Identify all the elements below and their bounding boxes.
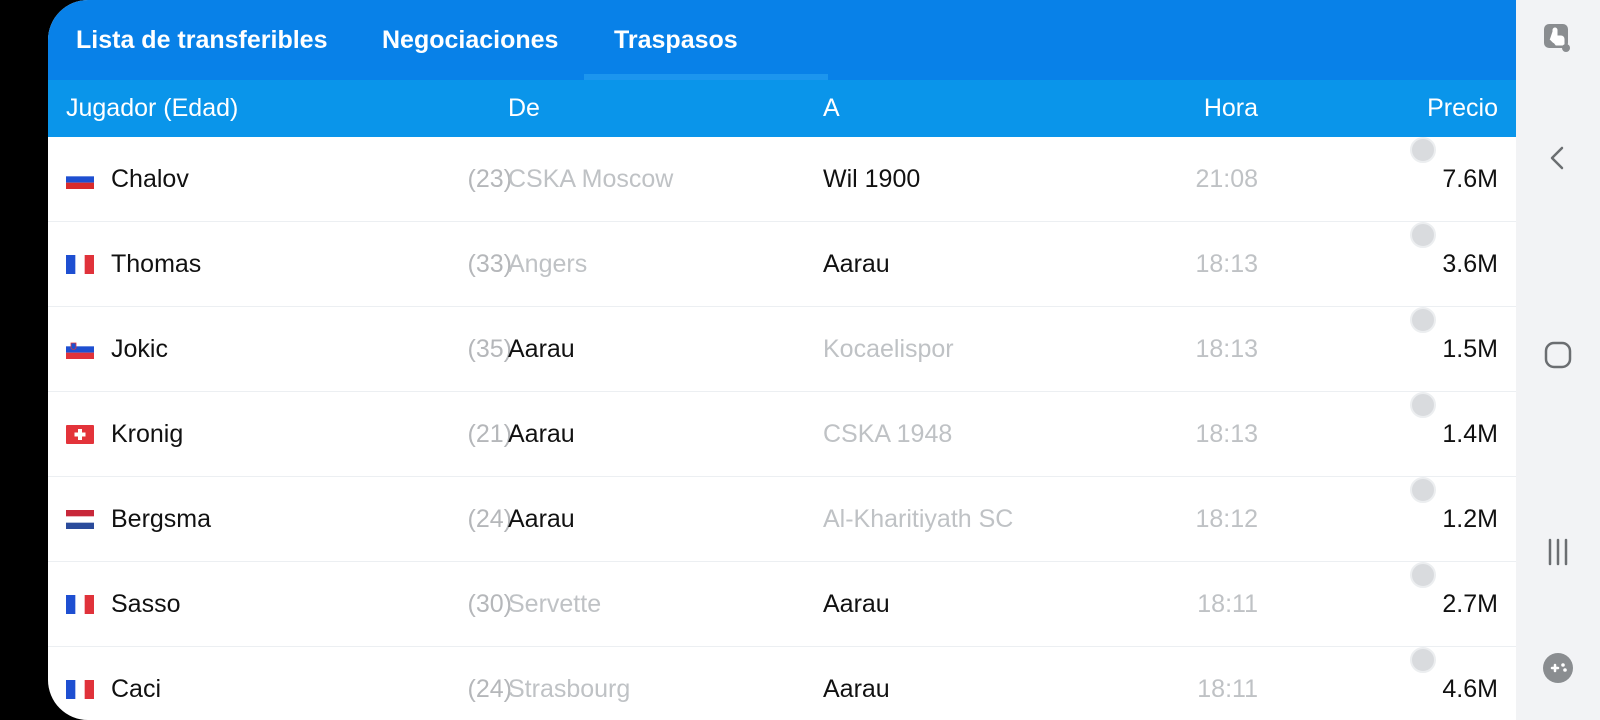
system-nav-bar <box>1516 0 1600 720</box>
game-launcher-icon[interactable] <box>1542 652 1574 684</box>
transfer-price: 3.6M <box>1442 250 1498 278</box>
header-to: A <box>823 94 840 122</box>
to-club: Aarau <box>823 675 890 703</box>
coin-icon: S <box>1410 137 1437 189</box>
transfers-list: Chalov (23) CSKA Moscow Wil 1900 21:08 S 7.6M T… <box>48 137 1516 720</box>
from-club: Aarau <box>508 505 575 533</box>
coin-icon: S <box>1410 647 1437 699</box>
france-flag <box>66 255 94 274</box>
coin-icon: S <box>1410 307 1437 359</box>
to-club: Aarau <box>823 250 890 278</box>
transfer-price: 4.6M <box>1442 675 1498 703</box>
transfer-row[interactable]: Sasso (30) Servette Aarau 18:11 S 2.7M <box>48 562 1516 647</box>
transfer-price: 7.6M <box>1442 165 1498 193</box>
to-club: Aarau <box>823 590 890 618</box>
transfer-row[interactable]: Jokic (35) Aarau Kocaelispor 18:13 S 1.5M <box>48 307 1516 392</box>
player-age: (24) <box>467 675 512 703</box>
netherlands-flag <box>66 510 94 529</box>
header-time: Hora <box>1203 94 1258 122</box>
france-flag <box>66 595 94 614</box>
coin-icon: S <box>1410 222 1437 274</box>
home-icon[interactable] <box>1542 339 1574 371</box>
transfer-time: 18:11 <box>1197 675 1258 703</box>
header-price: Precio <box>1427 94 1498 122</box>
player-age: (21) <box>467 420 512 448</box>
transfer-time: 18:11 <box>1197 590 1258 618</box>
from-club: Aarau <box>508 335 575 363</box>
transfer-time: 18:12 <box>1195 505 1258 533</box>
transfer-time: 21:08 <box>1195 165 1258 193</box>
from-club: Servette <box>508 590 602 618</box>
from-club: Angers <box>508 250 588 278</box>
transfer-price: 1.2M <box>1442 505 1498 533</box>
transfer-price: 1.4M <box>1442 420 1498 448</box>
russia-flag <box>66 170 94 189</box>
transfer-row[interactable]: Caci (24) Strasbourg Aarau 18:11 S 4.6M <box>48 647 1516 720</box>
tab-transfer-list[interactable]: Lista de transferibles <box>76 0 327 80</box>
player-name: Sasso <box>111 590 181 618</box>
coin-icon: S <box>1410 562 1437 614</box>
transfer-row[interactable]: Kronig (21) Aarau CSKA 1948 18:13 S 1.4M <box>48 392 1516 477</box>
transfer-time: 18:13 <box>1195 335 1258 363</box>
transfer-time: 18:13 <box>1195 250 1258 278</box>
player-name: Bergsma <box>111 505 212 533</box>
screen-touch-icon[interactable] <box>1542 22 1574 54</box>
player-name: Jokic <box>111 335 168 363</box>
transfer-row[interactable]: Chalov (23) CSKA Moscow Wil 1900 21:08 S 7.6M <box>48 137 1516 222</box>
transfer-row[interactable]: Bergsma (24) Aarau Al-Kharitiyath SC 18:12 S 1… <box>48 477 1516 562</box>
transfer-row[interactable]: Thomas (33) Angers Aarau 18:13 S 3.6M <box>48 222 1516 307</box>
to-club: CSKA 1948 <box>823 420 953 448</box>
transfer-time: 18:13 <box>1195 420 1258 448</box>
player-name: Chalov <box>111 165 189 193</box>
header-from: De <box>508 94 540 122</box>
switzerland-flag <box>66 425 94 444</box>
from-club: Aarau <box>508 420 575 448</box>
transfer-price: 2.7M <box>1442 590 1498 618</box>
france-flag <box>66 680 94 699</box>
tab-transfers-label: Traspasos <box>614 26 738 54</box>
to-club: Al-Kharitiyath SC <box>823 505 1014 533</box>
player-name: Caci <box>111 675 162 703</box>
from-club: Strasbourg <box>508 675 631 703</box>
player-name: Thomas <box>111 250 202 278</box>
coin-icon: S <box>1410 477 1437 529</box>
to-club: Kocaelispor <box>823 335 954 363</box>
transfer-price: 1.5M <box>1442 335 1498 363</box>
tab-bar: Lista de transferibles Negociaciones Tra… <box>48 0 1516 80</box>
tab-negotiations[interactable]: Negociaciones <box>382 0 558 80</box>
player-age: (35) <box>467 335 512 363</box>
player-age: (24) <box>467 505 512 533</box>
recents-icon[interactable] <box>1542 536 1574 568</box>
back-icon[interactable] <box>1542 142 1574 174</box>
coin-icon: S <box>1410 392 1437 444</box>
player-age: (30) <box>467 590 512 618</box>
to-club: Wil 1900 <box>823 165 921 193</box>
table-header: Jugador (Edad) De A Hora Precio <box>48 80 1516 137</box>
app-screen: Lista de transferibles Negociaciones Tra… <box>48 0 1516 720</box>
player-age: (23) <box>467 165 512 193</box>
slovenia-flag <box>66 340 94 359</box>
tab-transfers[interactable]: Traspasos <box>584 0 828 80</box>
player-age: (33) <box>467 250 512 278</box>
header-player: Jugador (Edad) <box>66 94 239 122</box>
from-club: CSKA Moscow <box>508 165 674 193</box>
player-name: Kronig <box>111 420 184 448</box>
